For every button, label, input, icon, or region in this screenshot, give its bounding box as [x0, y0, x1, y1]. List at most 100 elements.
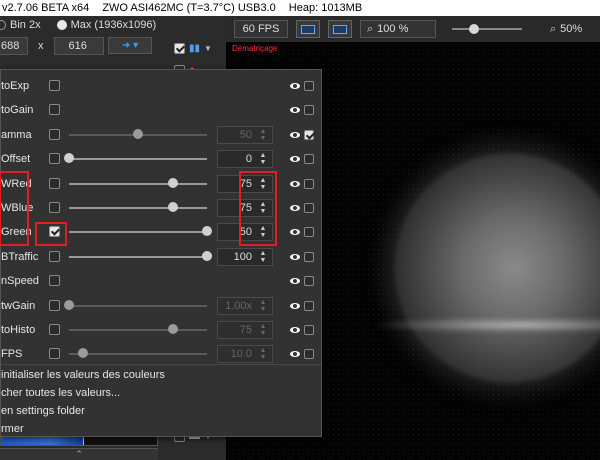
spin-arrows-icon[interactable]: ▲ ▼: [257, 250, 269, 264]
slider-thumb[interactable]: [77, 348, 88, 359]
show-value-checkbox[interactable]: [304, 105, 314, 116]
histogram-tool[interactable]: ▮▮ ▼: [174, 40, 226, 56]
show-value-checkbox[interactable]: [304, 276, 314, 287]
show-value-checkbox[interactable]: [304, 227, 314, 238]
value-spinbox[interactable]: 1.00x ▲ ▼: [217, 296, 273, 315]
menu-row: Offset 0 ▲ ▼: [1, 147, 321, 171]
spin-arrows-icon[interactable]: ▲ ▼: [257, 201, 269, 215]
auto-checkbox[interactable]: [49, 104, 60, 116]
menu-separator: [1, 364, 321, 365]
slider-track[interactable]: [69, 304, 207, 307]
eye-icon[interactable]: [290, 180, 300, 187]
eye-icon[interactable]: [290, 278, 300, 285]
eye-icon[interactable]: [290, 351, 300, 358]
slider-track[interactable]: [69, 158, 207, 161]
auto-checkbox[interactable]: [49, 80, 60, 91]
show-value-checkbox[interactable]: [304, 349, 314, 360]
slider-thumb[interactable]: [167, 177, 178, 188]
value-spinbox[interactable]: 75 ▲ ▼: [217, 321, 273, 339]
auto-checkbox[interactable]: [49, 250, 60, 262]
auto-checkbox[interactable]: [49, 128, 60, 140]
show-value-checkbox[interactable]: [304, 154, 314, 165]
roi-x-label: x: [38, 40, 44, 52]
show-value-checkbox[interactable]: [304, 325, 314, 335]
auto-checkbox[interactable]: [49, 202, 60, 213]
slider-thumb[interactable]: [167, 324, 178, 334]
auto-checkbox[interactable]: [49, 299, 60, 311]
auto-checkbox[interactable]: [49, 324, 60, 335]
value-spinbox[interactable]: 50 ▲ ▼: [217, 223, 273, 242]
controls-popup-menu: toExp toGain amma 50 ▲ ▼ Offset 0 ▲ ▼ WRed 75 ▲ ▼ WBlu…: [0, 69, 322, 437]
slider-thumb[interactable]: [133, 128, 143, 139]
slider-thumb[interactable]: [64, 299, 74, 310]
spin-arrows-icon[interactable]: ▲ ▼: [257, 299, 269, 313]
close-menu-item[interactable]: rmer: [1, 420, 321, 438]
slider-track[interactable]: [69, 182, 207, 185]
spin-arrows-icon[interactable]: ▲ ▼: [257, 177, 269, 191]
show-value-checkbox[interactable]: [304, 251, 314, 262]
show-all-values-menu-item[interactable]: cher toutes les valeurs...: [1, 384, 321, 402]
slider-thumb[interactable]: [167, 202, 178, 212]
eye-icon[interactable]: [290, 131, 300, 138]
spin-arrows-icon[interactable]: ▲ ▼: [257, 152, 269, 166]
auto-checkbox[interactable]: [49, 275, 60, 287]
slider-track[interactable]: [69, 207, 207, 209]
eye-icon[interactable]: [290, 107, 300, 114]
slider-thumb[interactable]: [202, 250, 212, 261]
control-label: amma: [1, 128, 32, 141]
value-text: 75: [239, 324, 252, 336]
value-spinbox[interactable]: 75 ▲ ▼: [217, 199, 273, 217]
roi-preset-dropdown[interactable]: ➜ ▾: [108, 37, 152, 54]
slider-thumb[interactable]: [202, 226, 212, 237]
reset-colors-menu-item[interactable]: initialiser les valeurs des couleurs: [1, 366, 321, 384]
roi-height-field[interactable]: 616: [53, 37, 104, 55]
eye-icon[interactable]: [290, 205, 300, 211]
value-spinbox[interactable]: 0 ▲ ▼: [217, 150, 273, 169]
zoom-field[interactable]: ⌕ 100 %: [360, 20, 436, 38]
value-spinbox[interactable]: 10.0 ▲ ▼: [217, 345, 273, 364]
eye-icon[interactable]: [290, 229, 300, 236]
slider-track[interactable]: [69, 255, 207, 258]
auto-checkbox[interactable]: [49, 348, 60, 360]
eye-icon[interactable]: [290, 156, 300, 163]
panel-collapse-bar[interactable]: ⌃: [0, 448, 158, 460]
eye-icon[interactable]: [290, 302, 300, 309]
zoom-slider[interactable]: [452, 24, 522, 34]
show-value-checkbox[interactable]: [304, 81, 314, 91]
spin-arrows-icon[interactable]: ▲ ▼: [257, 347, 269, 361]
open-settings-folder-menu-item[interactable]: en settings folder: [1, 402, 321, 420]
bin-radio[interactable]: [0, 20, 6, 30]
auto-checkbox[interactable]: [49, 177, 60, 189]
show-value-checkbox[interactable]: [304, 129, 314, 140]
histogram-checkbox[interactable]: [174, 42, 185, 54]
roi-width-field[interactable]: 688: [0, 37, 28, 55]
fit-screen-button[interactable]: [296, 20, 320, 38]
control-label: BTraffic: [1, 250, 39, 263]
slider-thumb[interactable]: [64, 153, 74, 164]
eye-icon[interactable]: [290, 83, 300, 89]
zoom-slider-thumb[interactable]: [469, 24, 480, 34]
value-spinbox[interactable]: 50 ▲ ▼: [217, 125, 273, 144]
magnifier-icon: ⌕: [367, 23, 374, 35]
show-value-checkbox[interactable]: [304, 300, 314, 311]
eye-icon[interactable]: [290, 327, 300, 333]
value-spinbox[interactable]: 100 ▲ ▼: [217, 247, 273, 266]
spin-arrows-icon[interactable]: ▲ ▼: [257, 225, 269, 239]
eye-icon[interactable]: [290, 253, 300, 260]
slider-track[interactable]: [69, 231, 207, 234]
control-label: nSpeed: [1, 275, 39, 288]
slider-track[interactable]: [69, 329, 207, 331]
spin-arrows-icon[interactable]: ▲ ▼: [257, 128, 269, 142]
slider-track[interactable]: [69, 353, 207, 356]
auto-checkbox[interactable]: [49, 153, 60, 165]
auto-checkbox[interactable]: [49, 226, 60, 238]
spin-arrows-icon[interactable]: ▲ ▼: [257, 323, 269, 337]
fullscreen-button[interactable]: [328, 20, 352, 38]
control-label: toGain: [1, 104, 34, 117]
max-label: Max (1936x1096): [70, 19, 157, 31]
show-value-checkbox[interactable]: [304, 203, 314, 213]
show-value-checkbox[interactable]: [304, 178, 314, 189]
max-radio[interactable]: [56, 20, 67, 30]
value-spinbox[interactable]: 75 ▲ ▼: [217, 174, 273, 193]
brightness-value: 50%: [560, 22, 583, 35]
